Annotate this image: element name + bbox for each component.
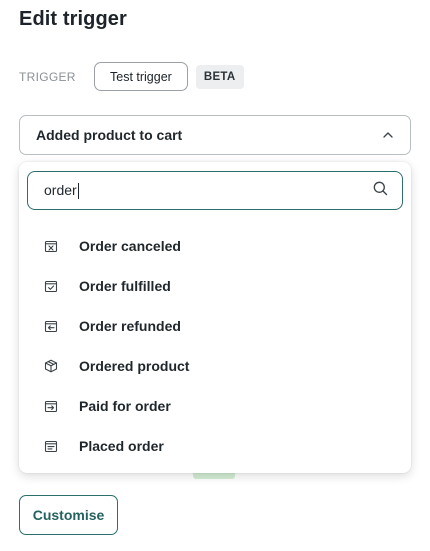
trigger-label: TRIGGER [19,69,76,84]
option-label: Paid for order [79,398,171,414]
paid-for-order-icon [43,398,59,414]
trigger-dropdown: order Order canceled Order fulfilled Ord… [19,162,411,473]
option-paid-for-order[interactable]: Paid for order [19,386,411,426]
option-label: Order canceled [79,238,181,254]
search-input-value: order [44,181,79,200]
option-label: Order refunded [79,318,181,334]
option-order-fulfilled[interactable]: Order fulfilled [19,266,411,306]
option-order-canceled[interactable]: Order canceled [19,226,411,266]
option-ordered-product[interactable]: Ordered product [19,346,411,386]
option-placed-order[interactable]: Placed order [19,426,411,466]
search-input[interactable]: order [27,171,403,210]
select-value: Added product to cart [36,127,183,143]
trigger-event-select[interactable]: Added product to cart [19,115,411,155]
chevron-up-icon[interactable] [382,129,394,141]
order-fulfilled-icon [43,278,59,294]
option-order-refunded[interactable]: Order refunded [19,306,411,346]
order-canceled-icon [43,238,59,254]
ordered-product-icon [43,358,59,374]
order-refunded-icon [43,318,59,334]
search-icon [373,181,388,201]
trigger-row: TRIGGER Test trigger BETA [19,62,244,91]
option-label: Order fulfilled [79,278,171,294]
option-label: Ordered product [79,358,190,374]
edit-trigger-page: Edit trigger TRIGGER Test trigger BETA A… [0,0,430,551]
placed-order-icon [43,438,59,454]
page-title: Edit trigger [19,8,127,30]
test-trigger-button[interactable]: Test trigger [94,62,188,91]
option-label: Placed order [79,438,164,454]
options-list: Order canceled Order fulfilled Order ref… [19,226,411,466]
customise-button[interactable]: Customise [19,495,118,535]
beta-badge: BETA [195,64,244,89]
